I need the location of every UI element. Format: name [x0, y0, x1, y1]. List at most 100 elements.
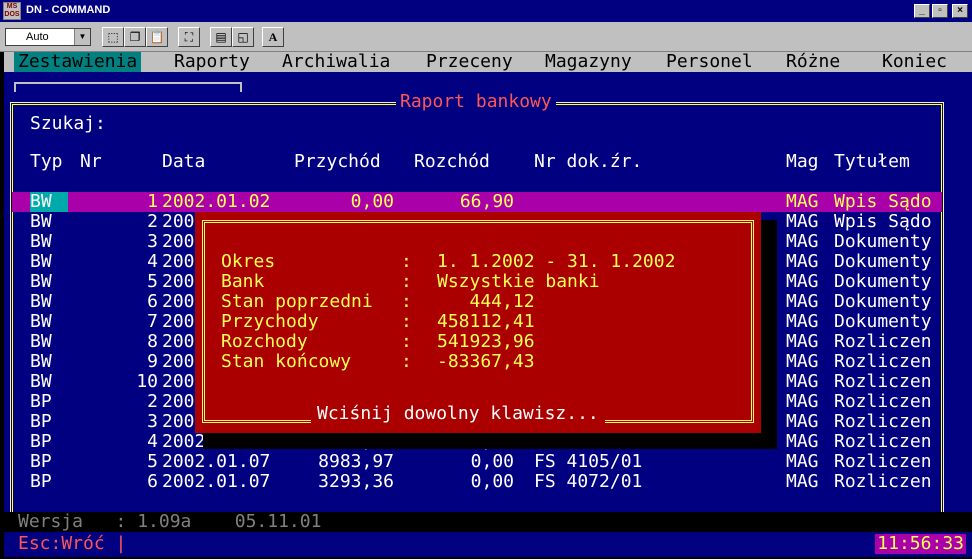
- cell-tytul: Wpis Sądo: [834, 211, 932, 232]
- cell-tytul: Rozliczen: [834, 471, 932, 492]
- esc-back-hint[interactable]: Esc:Wróć |: [18, 534, 126, 554]
- close-button[interactable]: ×: [952, 4, 968, 18]
- menu-rozne[interactable]: Różne: [786, 52, 840, 72]
- cell-nr: 2: [147, 211, 158, 232]
- background-icon[interactable]: ◱: [232, 27, 254, 47]
- dialog-separator: :: [401, 251, 412, 272]
- cell-mag: MAG: [786, 451, 819, 472]
- cell-rozchod: 66,90: [459, 191, 514, 212]
- cell-data: 200: [162, 231, 195, 252]
- fullscreen-icon[interactable]: ⛶: [178, 27, 200, 47]
- window-title: DN - COMMAND: [26, 4, 111, 16]
- dialog-value: 541923,96: [437, 331, 535, 352]
- cell-tytul: Rozliczen: [834, 431, 932, 452]
- cell-tytul: Rozliczen: [834, 331, 932, 352]
- cell-nr: 3: [147, 231, 158, 252]
- cell-typ: BW: [30, 192, 68, 212]
- cell-typ: BW: [30, 291, 52, 312]
- cell-przychod: 0,00: [350, 191, 394, 212]
- cell-tytul: Wpis Sądo: [834, 191, 932, 212]
- cell-data: 200: [162, 371, 195, 392]
- cell-nr: 6: [147, 471, 158, 492]
- minimize-button[interactable]: _: [914, 4, 930, 18]
- menu-przeceny[interactable]: Przeceny: [426, 52, 513, 72]
- menu-archiwalia[interactable]: Archiwalia: [282, 52, 390, 72]
- cell-typ: BW: [30, 311, 52, 332]
- cell-mag: MAG: [786, 271, 819, 292]
- cell-typ: BP: [30, 451, 52, 472]
- menu-personel[interactable]: Personel: [666, 52, 753, 72]
- table-row[interactable]: BP 6 2002.01.07 3293,36 0,00 FS 4072/01 MAG Roz…: [12, 472, 942, 492]
- header-tytul: Tytułem: [834, 151, 910, 172]
- chevron-down-icon[interactable]: ▼: [74, 29, 90, 45]
- cell-typ: BW: [30, 331, 52, 352]
- cell-mag: MAG: [786, 251, 819, 272]
- cell-typ: BW: [30, 371, 52, 392]
- cell-typ: BP: [30, 411, 52, 432]
- cell-data: 200: [162, 331, 195, 352]
- submenu-area: [4, 72, 972, 92]
- cell-tytul: Dokumenty: [834, 231, 932, 252]
- search-label: Szukaj:: [30, 113, 106, 134]
- cell-mag: MAG: [786, 431, 819, 452]
- cell-tytul: Dokumenty: [834, 291, 932, 312]
- header-przychod: Przychód: [294, 151, 381, 172]
- cell-nr: 10: [136, 371, 158, 392]
- cell-tytul: Rozliczen: [834, 451, 932, 472]
- header-mag: Mag: [786, 151, 819, 172]
- dialog-separator: :: [401, 351, 412, 372]
- cell-nr: 6: [147, 291, 158, 312]
- cell-typ: BW: [30, 211, 52, 232]
- version-line: Wersja : 1.09a 05.11.01: [4, 512, 972, 532]
- table-row[interactable]: BP 5 2002.01.07 8983,97 0,00 FS 4105/01 MAG Roz…: [12, 452, 942, 472]
- cell-mag: MAG: [786, 351, 819, 372]
- cell-data: 2002.01.07: [162, 451, 271, 472]
- mark-icon[interactable]: ⬚: [102, 27, 124, 47]
- menu-raporty[interactable]: Raporty: [174, 52, 250, 72]
- cell-rozchod: 0,00: [470, 451, 514, 472]
- menu-magazyny[interactable]: Magazyny: [545, 52, 632, 72]
- cell-rozchod: 0,00: [470, 471, 514, 492]
- header-rozchod: Rozchód: [414, 151, 490, 172]
- press-any-key-prompt: Wciśnij dowolny klawisz...: [311, 404, 605, 424]
- cell-przychod: 3293,36: [318, 471, 394, 492]
- dialog-label: Stan końcowy: [221, 351, 352, 372]
- properties-icon[interactable]: ▤: [210, 27, 232, 47]
- submenu-frame: [14, 82, 242, 92]
- dialog-shadow: [203, 433, 777, 449]
- cell-nr: 5: [147, 271, 158, 292]
- dialog-label: Rozchody: [221, 331, 308, 352]
- cell-typ: BP: [30, 391, 52, 412]
- cell-tytul: Dokumenty: [834, 271, 932, 292]
- cell-typ: BP: [30, 471, 52, 492]
- font-size-value: Auto: [26, 31, 49, 43]
- dialog-label: Okres: [221, 251, 276, 272]
- dialog-value: 1. 1.2002 - 31. 1.2002: [437, 251, 676, 272]
- cell-data: 2002.01.07: [162, 471, 271, 492]
- dialog-value: -83367,43: [437, 351, 535, 372]
- cell-mag: MAG: [786, 391, 819, 412]
- cell-mag: MAG: [786, 291, 819, 312]
- restore-button[interactable]: ▫: [932, 4, 948, 18]
- menu-zestawienia[interactable]: Zestawienia: [14, 52, 142, 72]
- app-icon[interactable]: MS DOS: [3, 2, 21, 20]
- font-size-select[interactable]: Auto ▼: [5, 28, 91, 46]
- paste-icon[interactable]: 📋: [146, 27, 168, 47]
- cell-nr: 7: [147, 311, 158, 332]
- header-typ: Typ: [30, 151, 63, 172]
- dialog-separator: :: [401, 291, 412, 312]
- copy-icon[interactable]: ❐: [124, 27, 146, 47]
- cell-data: 200: [162, 311, 195, 332]
- cell-data: 200: [162, 251, 195, 272]
- cell-nrdok: FS 4072/01: [534, 471, 643, 492]
- dialog-value: 444,12: [437, 291, 535, 312]
- dialog-separator: :: [401, 331, 412, 352]
- table-row[interactable]: BW 1 2002.01.02 0,00 66,90 MAG Wpis Sądo: [12, 192, 942, 212]
- cell-mag: MAG: [786, 471, 819, 492]
- search-input[interactable]: [148, 114, 748, 134]
- font-icon[interactable]: A: [262, 27, 284, 47]
- dialog-value: Wszystkie banki: [437, 271, 600, 292]
- cell-tytul: Rozliczen: [834, 411, 932, 432]
- menu-koniec[interactable]: Koniec: [882, 52, 947, 72]
- header-data: Data: [162, 151, 206, 172]
